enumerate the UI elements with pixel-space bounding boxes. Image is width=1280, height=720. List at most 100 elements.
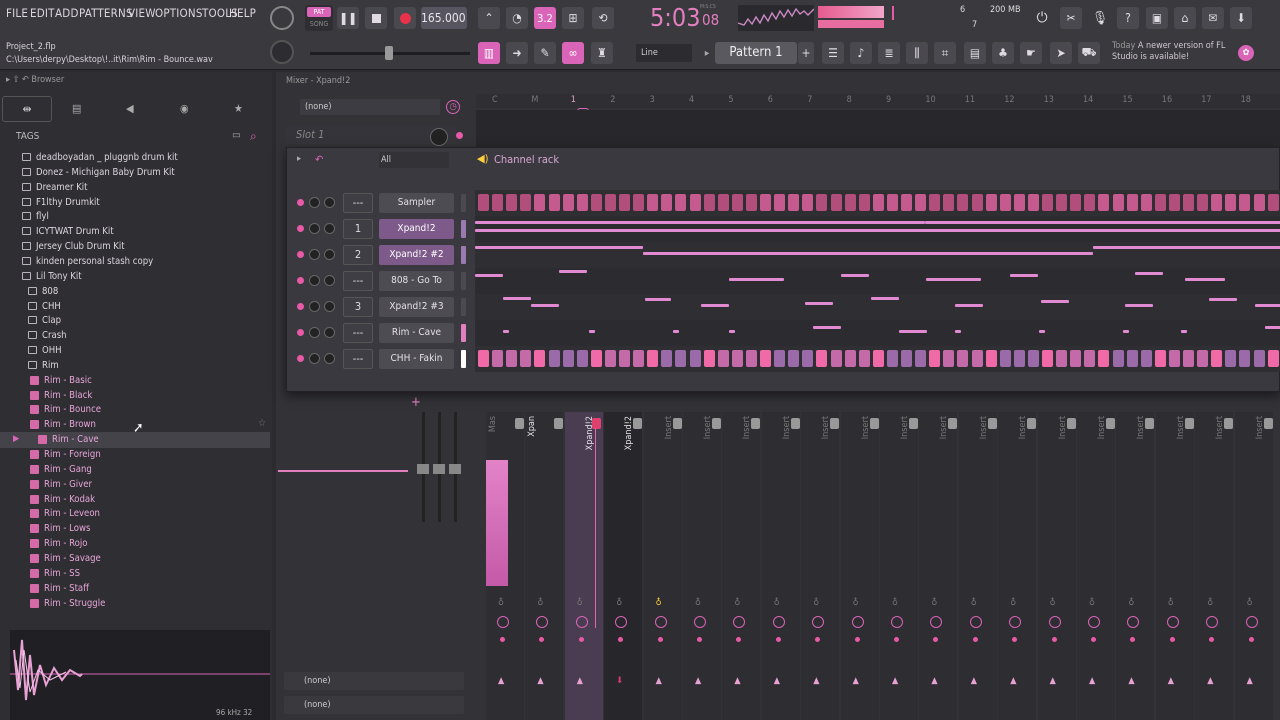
browser-folder-item[interactable]: flyl: [0, 209, 270, 225]
scissors-tool-button[interactable]: ✂: [1060, 7, 1082, 29]
channel-row[interactable]: 3 Xpand!2 #3: [287, 294, 1280, 320]
fx-enable-icon[interactable]: ♁: [656, 598, 665, 608]
step-button[interactable]: [576, 350, 588, 367]
fader-handle[interactable]: [515, 418, 524, 429]
browser-folder-item[interactable]: Clap: [0, 313, 270, 329]
fx-enable-icon[interactable]: ♁: [695, 598, 704, 608]
save-button[interactable]: ▣: [1146, 7, 1168, 29]
search-icon[interactable]: ⌕: [250, 129, 257, 144]
strip-led[interactable]: [775, 637, 781, 642]
step-button[interactable]: [745, 350, 757, 367]
step-sequencer[interactable]: [475, 190, 1280, 216]
arrow-button[interactable]: ➜: [506, 42, 528, 64]
step-button[interactable]: [858, 194, 870, 211]
step-button[interactable]: [619, 194, 630, 211]
step-button[interactable]: [1197, 350, 1209, 367]
step-button[interactable]: [520, 194, 532, 211]
stereo-knob[interactable]: [930, 616, 943, 628]
browser-file-item[interactable]: Rim - Giver: [0, 477, 270, 493]
pattern-selector[interactable]: Pattern 1: [715, 42, 797, 64]
channel-name-button[interactable]: Xpand!2 #2: [379, 245, 454, 265]
channel-filter-select[interactable]: All: [379, 152, 449, 168]
route-arrow-icon[interactable]: ▲: [931, 676, 937, 686]
route-arrow-icon[interactable]: ▲: [734, 676, 740, 686]
collapse-arrow-icon[interactable]: ▸: [6, 75, 10, 85]
strip-led[interactable]: [815, 637, 821, 642]
step-button[interactable]: [1267, 194, 1279, 211]
mixer-strip[interactable]: Xpand!2 ♁ ⬇: [604, 412, 643, 720]
step-button[interactable]: [576, 194, 588, 211]
step-button[interactable]: [675, 350, 687, 367]
fx-enable-icon[interactable]: ♁: [1128, 598, 1137, 608]
send-faders[interactable]: [416, 412, 468, 532]
step-button[interactable]: [929, 350, 941, 367]
channel-mixer-track[interactable]: 1: [343, 219, 373, 239]
step-button[interactable]: [901, 194, 912, 211]
channel-mute-led[interactable]: [297, 329, 304, 336]
fader-handle[interactable]: [554, 418, 564, 429]
strip-led[interactable]: [1209, 637, 1215, 642]
tags-label[interactable]: TAGS: [16, 131, 39, 142]
channel-mixer-track[interactable]: 3: [343, 297, 373, 317]
step-button[interactable]: [802, 350, 814, 367]
step-button[interactable]: [1013, 350, 1025, 367]
step-button[interactable]: [689, 350, 701, 367]
snap-select[interactable]: Line: [636, 44, 692, 62]
fader-handle[interactable]: [712, 418, 721, 429]
fx-enable-icon[interactable]: ♁: [616, 598, 625, 608]
step-button[interactable]: [1013, 194, 1025, 211]
fader-handle[interactable]: [909, 418, 918, 429]
step-button[interactable]: [1070, 194, 1082, 211]
shop-button[interactable]: ⛟: [1078, 42, 1100, 64]
channel-select-indicator[interactable]: [461, 324, 466, 342]
channel-name-button[interactable]: Rim - Cave: [379, 323, 454, 343]
channel-mixer-track[interactable]: 2: [343, 245, 373, 265]
step-button[interactable]: [1126, 194, 1138, 211]
update-notice[interactable]: Today A newer version of FL Studio is av…: [1112, 41, 1232, 63]
browser-button[interactable]: ▤: [964, 42, 986, 64]
browser-file-item[interactable]: Rim - Lows: [0, 521, 270, 537]
route-arrow-icon[interactable]: ▲: [813, 676, 819, 686]
mixer-strip[interactable]: Insert ♁ ▲: [1116, 412, 1155, 720]
fader-handle[interactable]: [1184, 418, 1194, 429]
mixer-strip[interactable]: Insert ♁ ▲: [761, 412, 800, 720]
step-button[interactable]: [703, 350, 715, 367]
stereo-knob[interactable]: [1245, 616, 1258, 628]
channel-name-button[interactable]: Xpand!2 #3: [379, 297, 454, 317]
step-button[interactable]: [915, 194, 927, 211]
step-button[interactable]: [548, 350, 560, 367]
step-button[interactable]: [760, 194, 771, 211]
step-button[interactable]: [506, 350, 518, 367]
play-button[interactable]: ❚❚: [337, 7, 359, 29]
mixer-strip[interactable]: Insert ♁ ▲: [919, 412, 958, 720]
stereo-knob[interactable]: [1088, 616, 1100, 628]
step-button[interactable]: [943, 350, 955, 367]
fx-enable-icon[interactable]: ♁: [1010, 598, 1019, 608]
step-button[interactable]: [534, 350, 546, 367]
mixer-preset-select[interactable]: (none): [300, 99, 440, 115]
step-button[interactable]: [478, 350, 489, 367]
step-button[interactable]: [633, 194, 645, 211]
chat-button[interactable]: ✉: [1202, 7, 1224, 29]
channel-select-indicator[interactable]: [461, 350, 466, 368]
step-button[interactable]: [816, 350, 828, 367]
step-button[interactable]: [478, 194, 489, 211]
route-arrow-icon[interactable]: ▲: [1207, 676, 1213, 686]
favorite-star-icon[interactable]: ☆: [258, 418, 266, 429]
step-button[interactable]: [1140, 350, 1152, 367]
step-button[interactable]: [971, 194, 983, 211]
step-button[interactable]: [844, 350, 856, 367]
slot-enable-led[interactable]: [456, 132, 463, 139]
step-button[interactable]: [492, 194, 504, 211]
script-button[interactable]: ➤: [1050, 42, 1072, 64]
channel-mute-led[interactable]: [297, 277, 304, 284]
stereo-knob[interactable]: [497, 616, 509, 628]
channel-volume-knob[interactable]: [324, 249, 335, 260]
mixer-strip[interactable]: Xpan ♁ ▲: [525, 412, 564, 720]
browser-folder-item[interactable]: OHH: [0, 343, 270, 359]
browser-favorites-tab[interactable]: ★: [234, 102, 243, 115]
browser-files-tab[interactable]: ▤: [72, 102, 81, 115]
pat-song-toggle[interactable]: PAT SONG: [305, 5, 333, 31]
step-button[interactable]: [562, 350, 574, 367]
step-button[interactable]: [816, 194, 828, 211]
